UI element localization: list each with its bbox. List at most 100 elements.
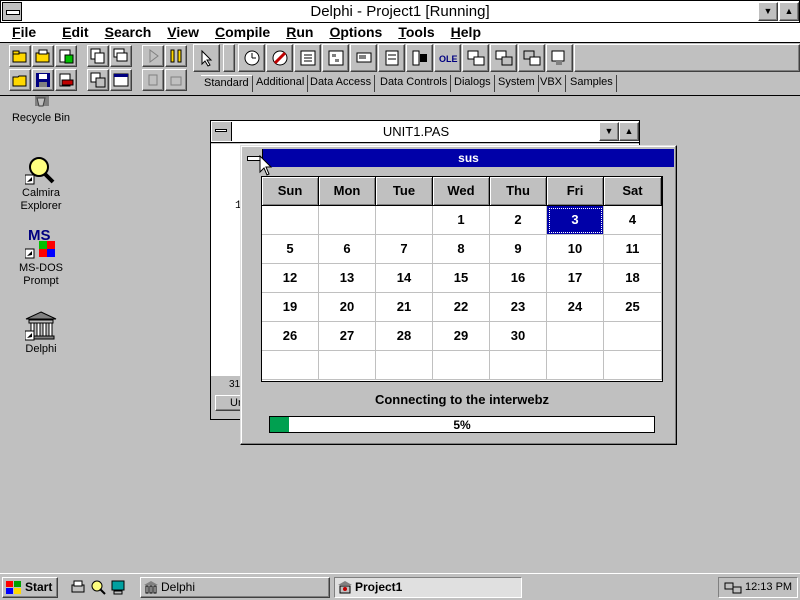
- calendar-day-cell[interactable]: [433, 351, 490, 380]
- calendar-day-cell[interactable]: 22: [433, 293, 490, 322]
- calendar-day-cell[interactable]: 27: [319, 322, 376, 351]
- calendar-day-cell[interactable]: 9: [490, 235, 547, 264]
- calendar-day-cell[interactable]: 25: [604, 293, 662, 322]
- calendar-day-cell[interactable]: 13: [319, 264, 376, 293]
- ddeserverconv-component[interactable]: [518, 44, 545, 72]
- network-icon[interactable]: [724, 580, 742, 596]
- calendar-day-selected[interactable]: 3: [547, 206, 604, 235]
- menu-options[interactable]: Options: [313, 23, 382, 41]
- calendar-day-cell[interactable]: [376, 206, 433, 235]
- calendar-day-cell[interactable]: [490, 351, 547, 380]
- tab-vbx[interactable]: VBX: [537, 75, 567, 92]
- timer-component[interactable]: [238, 44, 265, 72]
- tab-additional[interactable]: Additional: [253, 75, 309, 92]
- calendar-day-cell[interactable]: 18: [604, 264, 662, 293]
- select-form-button[interactable]: [110, 45, 132, 67]
- save-file-button[interactable]: [32, 69, 54, 91]
- tab-samples[interactable]: Samples: [567, 75, 617, 92]
- menu-run[interactable]: Run: [270, 23, 313, 41]
- run-button[interactable]: [142, 45, 164, 67]
- desktop-icon-recycle-bin[interactable]: Recycle Bin: [3, 96, 79, 125]
- calendar-day-cell[interactable]: 8: [433, 235, 490, 264]
- restore-button[interactable]: ▲: [779, 2, 799, 21]
- menu-search[interactable]: Search: [89, 23, 152, 41]
- calendar-day-cell[interactable]: 26: [262, 322, 319, 351]
- calendar-day-cell[interactable]: [547, 351, 604, 380]
- open-project-button[interactable]: [9, 45, 31, 67]
- directorylistbox-component[interactable]: [322, 44, 349, 72]
- menu-help[interactable]: Help: [435, 23, 481, 41]
- save-all-button[interactable]: [32, 45, 54, 67]
- ddeserveritem-component[interactable]: [546, 44, 573, 72]
- calendar-day-cell[interactable]: [604, 351, 662, 380]
- code-editor-title-bar[interactable]: UNIT1.PAS ▼ ▲: [211, 121, 639, 143]
- calendar-day-cell[interactable]: [319, 206, 376, 235]
- toggle-form-unit-button[interactable]: [87, 69, 109, 91]
- tab-data-access[interactable]: Data Access: [307, 75, 376, 92]
- calendar-day-cell[interactable]: 14: [376, 264, 433, 293]
- calendar-day-cell[interactable]: 17: [547, 264, 604, 293]
- tab-dialogs[interactable]: Dialogs: [451, 75, 495, 92]
- drivecombobox-component[interactable]: [350, 44, 377, 72]
- form-title-bar[interactable]: sus: [245, 149, 674, 167]
- pause-button[interactable]: [165, 45, 187, 67]
- calendar-day-cell[interactable]: 21: [376, 293, 433, 322]
- desktop-icon-ms-dos-prompt[interactable]: MS MS-DOS Prompt: [3, 226, 79, 288]
- start-button[interactable]: Start: [2, 577, 58, 598]
- calendar-day-cell[interactable]: [319, 351, 376, 380]
- filelistbox-component[interactable]: [294, 44, 321, 72]
- calendar-day-cell[interactable]: 24: [547, 293, 604, 322]
- calendar-day-cell[interactable]: [604, 322, 662, 351]
- calendar-day-cell[interactable]: 16: [490, 264, 547, 293]
- editor-system-menu[interactable]: [212, 122, 232, 141]
- computer-icon[interactable]: [110, 579, 126, 595]
- printer-icon[interactable]: [70, 579, 86, 595]
- tab-standard[interactable]: Standard: [201, 75, 253, 92]
- new-form-button[interactable]: [110, 69, 132, 91]
- calendar-grid[interactable]: Sun Mon Tue Wed Thu Fri Sat 1 2 3 4 5 6 7 8 9 10 11 12 13 1…: [261, 176, 663, 382]
- calendar-day-cell[interactable]: 5: [262, 235, 319, 264]
- add-file-button[interactable]: [55, 45, 77, 67]
- calendar-day-cell[interactable]: 2: [490, 206, 547, 235]
- calendar-day-cell[interactable]: 12: [262, 264, 319, 293]
- select-unit-button[interactable]: [87, 45, 109, 67]
- calendar-day-cell[interactable]: 15: [433, 264, 490, 293]
- calendar-day-cell[interactable]: 6: [319, 235, 376, 264]
- calendar-day-cell[interactable]: 29: [433, 322, 490, 351]
- calendar-day-cell[interactable]: [547, 322, 604, 351]
- scroll-left-button[interactable]: [223, 44, 235, 72]
- trace-into-button[interactable]: [142, 69, 164, 91]
- calendar-day-cell[interactable]: 23: [490, 293, 547, 322]
- desktop-icon-calmira-explorer[interactable]: Calmira Explorer: [3, 153, 79, 213]
- remove-file-button[interactable]: [55, 69, 77, 91]
- magnifier-icon[interactable]: [90, 579, 106, 595]
- menu-edit[interactable]: Edit: [36, 23, 88, 41]
- calendar-day-cell[interactable]: 4: [604, 206, 662, 235]
- calendar-day-cell[interactable]: [262, 351, 319, 380]
- menu-tools[interactable]: Tools: [382, 23, 434, 41]
- calendar-day-cell[interactable]: 30: [490, 322, 547, 351]
- menu-view[interactable]: View: [151, 23, 199, 41]
- calendar-day-cell[interactable]: 10: [547, 235, 604, 264]
- calendar-day-cell[interactable]: 11: [604, 235, 662, 264]
- tab-system[interactable]: System: [495, 75, 539, 92]
- pointer-tool[interactable]: [193, 44, 220, 72]
- open-file-button[interactable]: [9, 69, 31, 91]
- calendar-day-cell[interactable]: 1: [433, 206, 490, 235]
- taskbar-button-project1[interactable]: Project1: [334, 577, 522, 598]
- menu-file[interactable]: File: [0, 23, 36, 41]
- calendar-day-cell[interactable]: [376, 351, 433, 380]
- calendar-day-cell[interactable]: 7: [376, 235, 433, 264]
- ddeclientitem-component[interactable]: [490, 44, 517, 72]
- menu-compile[interactable]: Compile: [199, 23, 270, 41]
- calendar-day-cell[interactable]: 28: [376, 322, 433, 351]
- calendar-day-cell[interactable]: [262, 206, 319, 235]
- editor-minimize-button[interactable]: ▼: [599, 122, 619, 141]
- tab-data-controls[interactable]: Data Controls: [377, 75, 452, 92]
- olecontainer-component[interactable]: OLE: [434, 44, 461, 72]
- desktop-icon-delphi[interactable]: Delphi: [3, 311, 79, 356]
- calendar-day-cell[interactable]: 19: [262, 293, 319, 322]
- filtercombobox-component[interactable]: [378, 44, 405, 72]
- step-over-button[interactable]: [165, 69, 187, 91]
- editor-maximize-button[interactable]: ▲: [619, 122, 639, 141]
